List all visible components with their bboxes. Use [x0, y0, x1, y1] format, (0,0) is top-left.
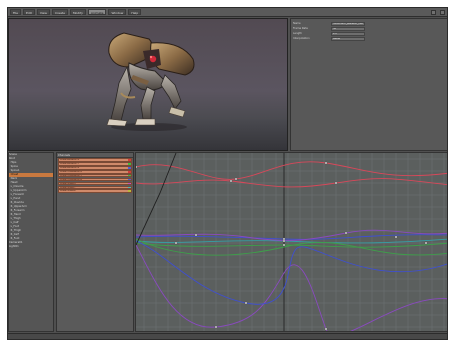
channel-item[interactable]: Chest.Scale.Z — [58, 189, 132, 194]
animation-curve — [136, 240, 447, 305]
keyframe-marker — [334, 181, 338, 185]
properties-panel: Name robotmech_skeleton_idle Frame Rate … — [290, 18, 447, 151]
scene-hierarchy-tree[interactable]: Scene Root Hips Spine Spine1 Chest Neck H… — [8, 152, 54, 332]
property-row: Interpolation Bezier — [293, 37, 447, 41]
keyframe-marker — [136, 165, 138, 169]
channel-color-swatch — [128, 190, 131, 193]
property-value-field[interactable]: 2.0 — [331, 32, 365, 36]
property-value-field[interactable]: 30 — [331, 27, 365, 31]
channel-name: Chest.Scale.X — [60, 182, 76, 185]
property-row: Length 2.0 — [293, 32, 447, 36]
property-row: Name robotmech_skeleton_idle — [293, 22, 447, 26]
close-icon[interactable] — [440, 9, 445, 15]
menu-item-modify[interactable]: Modify — [69, 9, 86, 15]
channel-name: Chest.Scale.Z — [60, 190, 76, 193]
channel-name: Chest.Translation.X — [60, 170, 83, 173]
keyframe-marker — [282, 239, 286, 243]
channel-name: Chest.Translation.Z — [60, 178, 83, 181]
property-label: Length — [293, 32, 302, 35]
keyframe-marker — [324, 327, 328, 331]
curve-graph-canvas[interactable] — [136, 153, 448, 332]
app-window: File Edit View Create Modify Animate Win… — [7, 7, 448, 340]
channel-list[interactable]: Channels Chest.Rotation.X Chest.Rotation.… — [56, 152, 134, 332]
channel-name: Chest.Translation.Y — [60, 174, 82, 177]
keyframe-marker — [174, 241, 178, 245]
property-row: Frame Rate 30 — [293, 27, 447, 31]
channel-name: Chest.Rotation.X — [60, 159, 80, 161]
property-value-field[interactable]: Bezier — [331, 37, 365, 41]
minimize-icon[interactable] — [431, 9, 436, 15]
property-label: Frame Rate — [293, 27, 308, 30]
curve-graph-editor[interactable] — [135, 152, 448, 332]
property-label: Name — [293, 22, 301, 25]
menu-bar: File Edit View Create Modify Animate Win… — [8, 8, 447, 17]
keyframe-marker — [229, 179, 233, 183]
channel-name: Chest.Scale.Y — [60, 186, 76, 189]
menu-item-help[interactable]: Help — [128, 9, 142, 15]
animation-editor: Scene Root Hips Spine Spine1 Chest Neck H… — [8, 152, 448, 339]
keyframe-marker — [344, 231, 348, 235]
channel-list-header: Channels — [57, 153, 133, 158]
channel-name: Chest.Rotation.Z — [60, 167, 80, 169]
3d-viewport[interactable] — [8, 18, 288, 151]
keyframe-marker — [424, 241, 428, 245]
animation-curve — [136, 161, 447, 180]
tree-item[interactable]: Light01 — [9, 245, 53, 249]
keyframe-marker — [244, 301, 248, 305]
keyframe-marker — [234, 177, 238, 181]
channel-items: Chest.Rotation.X Chest.Rotation.Y Chest.Ro… — [57, 158, 133, 194]
menu-item-window[interactable]: Window — [108, 9, 127, 15]
channel-name: Chest.Rotation.Y — [60, 163, 80, 165]
property-value-field[interactable]: robotmech_skeleton_idle — [331, 22, 365, 26]
keyframe-marker — [394, 235, 398, 239]
animation-curve — [136, 178, 447, 188]
keyframe-marker — [194, 233, 198, 237]
animation-curve — [136, 234, 447, 240]
keyframe-marker — [324, 161, 328, 165]
property-label: Interpolation — [293, 37, 310, 40]
menu-item-file[interactable]: File — [10, 9, 22, 15]
menu-item-edit[interactable]: Edit — [23, 9, 35, 15]
keyframe-marker — [214, 325, 218, 329]
status-bar — [8, 333, 447, 339]
menu-item-view[interactable]: View — [36, 9, 50, 15]
keyframe-marker — [282, 243, 286, 247]
robot-character-model — [106, 32, 195, 131]
menu-item-create[interactable]: Create — [51, 9, 68, 15]
menu-item-animate[interactable]: Animate — [87, 9, 107, 15]
